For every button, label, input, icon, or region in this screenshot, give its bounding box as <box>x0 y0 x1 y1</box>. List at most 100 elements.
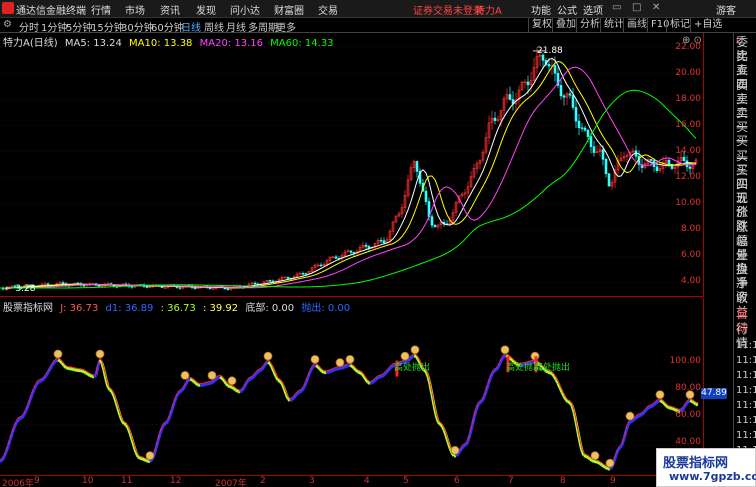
kdj-line-segment <box>691 400 695 405</box>
tool-mark[interactable]: 标记 <box>666 18 690 32</box>
low-price-value: 3.28 <box>15 284 36 294</box>
j-line-segment <box>505 353 509 356</box>
tool-draw[interactable]: 画线 <box>623 18 647 32</box>
menu-discover[interactable]: 发现 <box>196 2 216 17</box>
indicator-legend: 股票指标网 J: 36.73 d1: 36.89 : 36.73 : 39.92… <box>3 299 354 314</box>
indicator-value-tag: 47.89 <box>701 388 727 399</box>
price-tick-label: 20.00 <box>675 68 701 78</box>
period-monthly[interactable]: 月线 <box>226 19 246 34</box>
signal-marker-icon <box>590 451 600 461</box>
candle-body <box>649 158 653 161</box>
kdj-line-segment <box>299 389 303 394</box>
kdj-line-segment <box>191 378 195 383</box>
period-daily[interactable]: 日线 <box>181 19 201 34</box>
kline-chart[interactable] <box>0 33 704 297</box>
legend-ma10: MA10: 13.38 <box>129 38 193 49</box>
candle-body <box>193 287 197 289</box>
menu-market[interactable]: 市场 <box>125 2 145 17</box>
period-1min[interactable]: 1分钟 <box>41 19 67 34</box>
period-60min[interactable]: 60分钟 <box>151 19 184 34</box>
kdj-chart[interactable] <box>0 298 704 474</box>
period-multi[interactable]: 多周期 <box>248 19 278 34</box>
settings-icon[interactable]: ⚙ <box>3 19 12 30</box>
maximize-icon[interactable]: □ <box>632 2 641 13</box>
kdj-line-segment <box>341 366 345 370</box>
kdj-line-segment <box>315 364 319 369</box>
kdj-line-segment <box>349 363 353 368</box>
candle-body <box>562 95 566 98</box>
menu-news[interactable]: 资讯 <box>160 2 180 17</box>
candle-body <box>424 190 428 202</box>
candle-body <box>526 81 530 86</box>
kdj-line-segment <box>651 403 655 408</box>
indicator-name[interactable]: 股票指标网 <box>3 303 53 314</box>
indicator-pane[interactable]: 股票指标网 J: 36.73 d1: 36.89 : 36.73 : 39.92… <box>0 298 704 474</box>
side-time: 11:1 <box>736 355 756 366</box>
period-more[interactable]: 更多 <box>276 19 296 34</box>
time-tick-label: 8 <box>560 476 566 486</box>
kdj-line-segment <box>595 460 599 464</box>
main-chart-pane[interactable]: 特力A(日线) MA5: 13.24 MA10: 13.38 MA20: 13.… <box>0 33 704 297</box>
time-tick-label: 7 <box>508 476 514 486</box>
period-5min[interactable]: 5分钟 <box>66 19 92 34</box>
candle-body <box>580 127 584 129</box>
ma10-line <box>0 60 697 289</box>
menu-options[interactable]: 选项 <box>583 2 603 17</box>
signal-marker-icon <box>145 451 155 461</box>
price-tick-label: 14.00 <box>675 146 701 156</box>
candle-body <box>319 264 323 267</box>
tool-overlay[interactable]: 叠加 <box>552 18 576 32</box>
kdj-line-segment <box>145 459 149 463</box>
j-line-segment <box>71 366 75 369</box>
menu-quotes[interactable]: 行情 <box>91 2 111 17</box>
tool-add-watchlist[interactable]: +自选 <box>690 18 722 32</box>
indicator-j: J: 36.73 <box>60 303 99 314</box>
kdj-line-segment <box>321 369 325 374</box>
side-time: 11:1 <box>736 340 756 351</box>
tool-stats[interactable]: 统计 <box>600 18 624 32</box>
period-weekly[interactable]: 周线 <box>204 19 224 34</box>
j-line-segment <box>81 368 85 371</box>
period-tick[interactable]: 分时 <box>19 19 39 34</box>
kdj-line-segment <box>83 370 87 375</box>
candle-body <box>601 149 605 160</box>
menu-ask[interactable]: 问小达 <box>230 2 260 17</box>
signal-marker-icon <box>53 349 63 359</box>
j-line-segment <box>205 381 209 383</box>
kdj-line-segment <box>601 463 605 468</box>
menu-fortune[interactable]: 财富圈 <box>274 2 304 17</box>
kdj-line-segment <box>235 388 239 393</box>
candle-body <box>130 286 134 288</box>
login-notice[interactable]: 证券交易未登录 <box>413 2 483 17</box>
candle-body <box>433 225 437 228</box>
minimize-icon[interactable]: ▭ <box>612 2 621 13</box>
signal-marker-icon <box>310 354 320 364</box>
candle-body <box>97 284 101 287</box>
kdj-line-segment <box>137 455 141 460</box>
kdj-line-segment <box>239 389 243 394</box>
kdj-line-segment <box>597 461 601 465</box>
indicator-tick-label: 60.00 <box>675 410 701 420</box>
kdj-line-segment <box>55 358 59 363</box>
price-tick-label: 18.00 <box>675 94 701 104</box>
j-line-segment <box>411 353 415 356</box>
tool-analysis[interactable]: 分析 <box>576 18 600 32</box>
kdj-line-segment <box>249 376 253 381</box>
guest-label[interactable]: 游客 <box>716 2 736 17</box>
menu-function[interactable]: 功能 <box>531 2 551 17</box>
kdj-line-segment <box>493 368 497 373</box>
kdj-line-segment <box>693 401 697 406</box>
kdj-line-segment <box>73 368 77 372</box>
menu-trade[interactable]: 交易 <box>318 2 338 17</box>
time-tick-label: 9 <box>610 476 616 486</box>
period-30min[interactable]: 30分钟 <box>121 19 154 34</box>
watermark-url: www.7gpzb.com <box>669 470 756 483</box>
signal-marker-icon <box>500 345 510 355</box>
menu-formula[interactable]: 公式 <box>557 2 577 17</box>
candle-body <box>583 127 587 131</box>
period-15min[interactable]: 15分钟 <box>91 19 124 34</box>
tool-adjust[interactable]: 复权 <box>528 18 552 32</box>
kdj-line-segment <box>267 360 271 365</box>
price-tick-label: 22.00 <box>675 42 701 52</box>
close-icon[interactable]: ✕ <box>652 2 660 13</box>
